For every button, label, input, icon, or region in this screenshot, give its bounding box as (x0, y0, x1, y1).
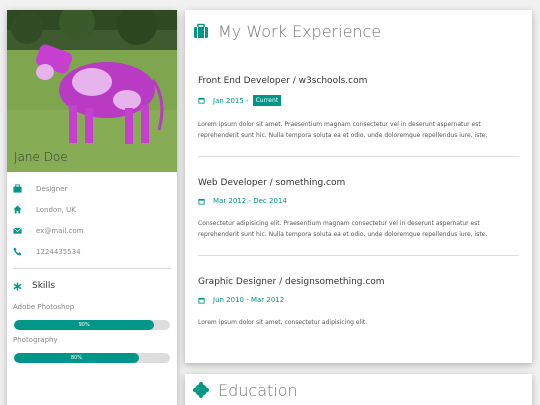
skill-progress-bar: 80% (14, 353, 170, 363)
calendar-icon (198, 97, 205, 104)
work-experience-title: My Work Experience (218, 21, 382, 41)
profile-photo: Jane Doe (7, 10, 177, 172)
work-experience-card: My Work Experience Front End Developer /… (185, 10, 532, 363)
profile-info-list: Designer London, UK ex@mail.com 12244355… (7, 172, 177, 262)
info-job-text: Designer (36, 184, 68, 193)
home-icon (13, 205, 22, 214)
suitcase-icon (194, 23, 208, 38)
education-card: Education (185, 374, 532, 405)
education-title: Education (218, 380, 298, 400)
skills-title: Skills (32, 281, 56, 291)
info-row-job: Designer (7, 178, 177, 199)
job-date-text: Jun 2010 - Mar 2012 (213, 296, 285, 304)
job-date: Jan 2015 - Current (198, 95, 519, 106)
job-date-text: Jan 2015 - (213, 96, 249, 105)
job-entry: Graphic Designer / designsomething.com J… (185, 277, 532, 329)
job-date: Mar 2012 - Dec 2014 (198, 197, 519, 205)
work-experience-header: My Work Experience (185, 10, 532, 52)
skill-progress-fill: 90% (14, 320, 155, 330)
info-row-email: ex@mail.com (7, 220, 177, 241)
phone-icon (13, 247, 22, 256)
calendar-icon (198, 297, 205, 304)
skill-label: Adobe Photoshop (13, 303, 75, 311)
envelope-icon (13, 227, 22, 234)
certificate-icon (193, 382, 209, 398)
info-row-location: London, UK (7, 199, 177, 220)
skill-progress-fill: 80% (14, 353, 139, 363)
info-row-phone: 1224435534 (7, 241, 177, 262)
job-description: Consectetur adipisicing elit. Praesentiu… (198, 220, 488, 238)
job-title: Web Developer / something.com (198, 178, 346, 188)
info-phone-text: 1224435534 (36, 247, 81, 256)
info-location-text: London, UK (36, 205, 76, 214)
skill-progress-bar: 90% (14, 320, 170, 330)
divider (198, 156, 519, 157)
profile-card: Jane Doe Designer London, UK ex@mail.com (7, 10, 177, 405)
job-entry: Web Developer / something.com Mar 2012 -… (185, 178, 532, 240)
job-date-text: Mar 2012 - Dec 2014 (213, 197, 287, 205)
job-description: Lorem ipsum dolor sit amet, consectetur … (198, 319, 368, 326)
info-email-text: ex@mail.com (36, 226, 84, 235)
calendar-icon (198, 198, 205, 205)
divider (198, 255, 519, 256)
education-header: Education (185, 374, 532, 405)
briefcase-icon (13, 184, 22, 193)
current-badge: Current (252, 95, 282, 106)
job-entry: Front End Developer / w3schools.com Jan … (185, 76, 532, 141)
job-description: Lorem ipsum dolor sit amet. Praesentium … (198, 121, 488, 139)
profile-name: Jane Doe (14, 150, 68, 164)
job-title: Graphic Designer / designsomething.com (198, 277, 385, 287)
skills-heading: Skills (7, 275, 177, 297)
job-title: Front End Developer / w3schools.com (198, 76, 368, 86)
skill-label: Photography (13, 336, 58, 344)
divider (13, 268, 171, 269)
asterisk-icon (13, 281, 22, 291)
job-date: Jun 2010 - Mar 2012 (198, 296, 519, 304)
